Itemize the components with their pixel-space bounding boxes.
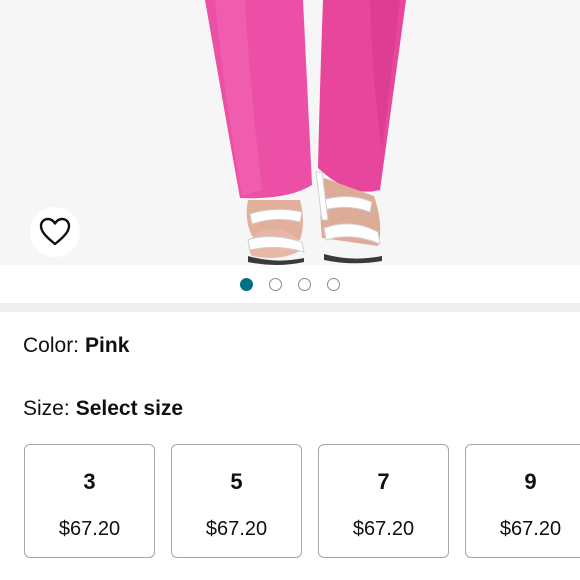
size-option-9[interactable]: 9 $67.20	[465, 444, 580, 558]
color-selection: Color: Pink	[23, 334, 129, 358]
section-divider	[0, 303, 580, 312]
size-option-size: 7	[377, 469, 390, 494]
size-label: Size:	[23, 397, 70, 420]
size-option-3[interactable]: 3 $67.20	[24, 444, 155, 558]
carousel-dot-2[interactable]	[269, 277, 282, 291]
size-option-price: $67.20	[499, 518, 562, 540]
size-option-size: 3	[83, 469, 96, 494]
size-option-5[interactable]: 5 $67.20	[171, 444, 302, 558]
color-label: Color:	[23, 334, 80, 357]
carousel-dot-4[interactable]	[327, 277, 340, 291]
image-carousel-dots	[0, 265, 580, 303]
product-image-area[interactable]	[0, 0, 580, 265]
size-value: Select size	[75, 397, 184, 420]
heart-outline-icon	[39, 217, 71, 246]
size-selection: Size: Select size	[23, 397, 183, 421]
wishlist-button[interactable]	[30, 207, 80, 257]
carousel-dot-3[interactable]	[298, 277, 311, 291]
product-photo	[0, 0, 580, 265]
carousel-dot-1[interactable]	[240, 277, 253, 291]
color-value: Pink	[85, 334, 130, 357]
size-option-7[interactable]: 7 $67.20	[318, 444, 449, 558]
size-option-size: 5	[230, 469, 243, 494]
size-option-price: $67.20	[58, 518, 121, 540]
size-options: 3 $67.20 5 $67.20 7 $67.20 9 $67.20	[24, 444, 580, 558]
size-option-price: $67.20	[205, 518, 268, 540]
size-option-size: 9	[524, 469, 537, 494]
size-option-price: $67.20	[352, 518, 415, 540]
